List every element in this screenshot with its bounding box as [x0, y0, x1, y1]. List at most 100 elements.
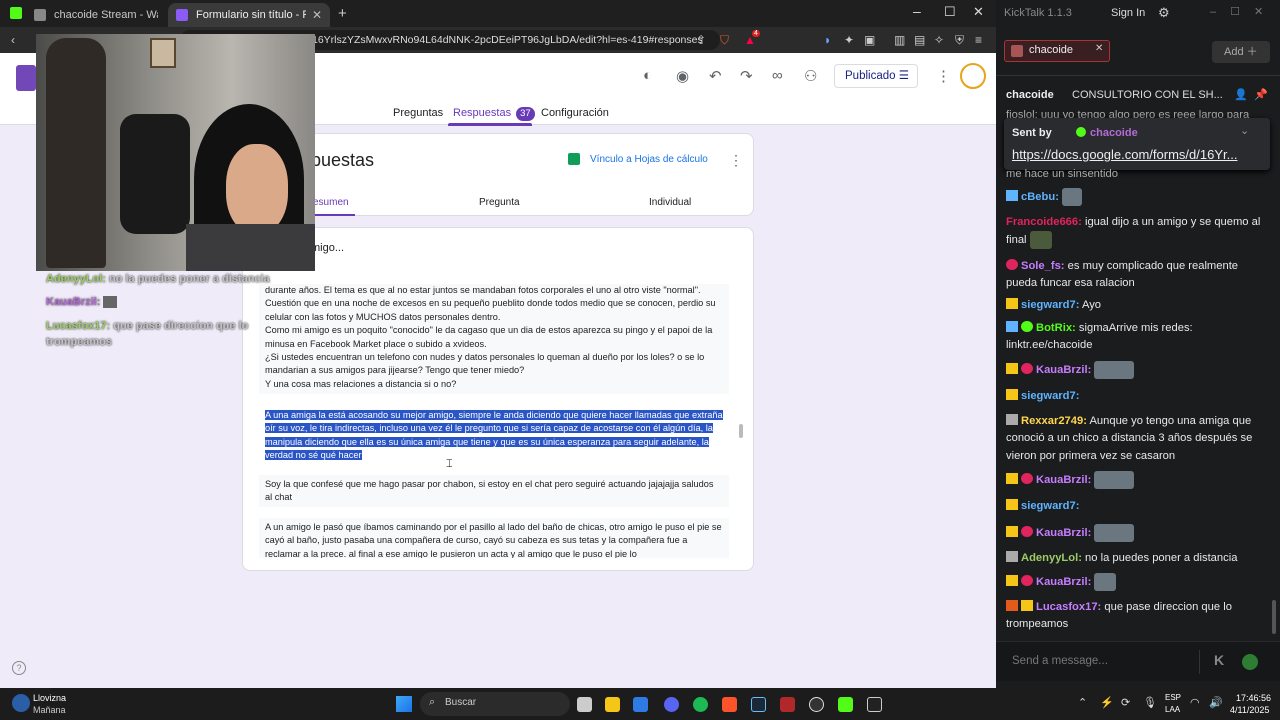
emote-picker-icon[interactable] [1242, 654, 1258, 670]
brave-menu-icon[interactable] [10, 7, 22, 19]
chat-username[interactable]: Sole_fs: [1021, 260, 1065, 272]
extension-icon[interactable]: ◗ [824, 33, 831, 47]
leo-icon[interactable]: ✧ [934, 33, 944, 47]
language-label[interactable]: ESP [1165, 693, 1181, 702]
avatar[interactable] [960, 63, 986, 89]
pinned-link[interactable]: https://docs.google.com/forms/d/16Yr... [1012, 147, 1266, 162]
sign-in-button[interactable]: Sign In [1111, 7, 1145, 19]
kick-logo-icon[interactable]: K [1214, 652, 1224, 668]
puzzle-icon[interactable]: ✦ [844, 33, 854, 47]
task-view-icon[interactable] [577, 697, 592, 712]
new-tab-icon[interactable]: + [338, 5, 347, 22]
chat-message: KauaBrzil: [1006, 573, 1268, 591]
tab-respuestas[interactable]: Respuestas 37 [453, 107, 535, 121]
overlay-username: AdenyyLol: [46, 273, 106, 285]
chat-username[interactable]: KauaBrzil: [1036, 474, 1091, 486]
window-controls[interactable]: –☐✕ [1210, 5, 1277, 18]
scrollbar-thumb[interactable] [739, 424, 743, 438]
chat-username[interactable]: KauaBrzil: [1036, 527, 1091, 539]
minimize-icon[interactable]: – [913, 3, 921, 19]
epic-games-icon[interactable] [867, 697, 882, 712]
volume-icon[interactable]: 🔊 [1209, 696, 1223, 709]
more-vert-icon[interactable]: ⋮ [936, 67, 951, 85]
subtab-individual[interactable]: Individual [649, 197, 691, 208]
palette-icon[interactable]: ◐ [643, 67, 652, 84]
menu-icon[interactable]: ≡ [975, 33, 982, 47]
wallet-icon[interactable]: ▤ [914, 33, 925, 47]
link-icon[interactable]: ∞ [772, 67, 783, 84]
back-icon[interactable]: ‹ [11, 33, 15, 47]
explorer-icon[interactable] [605, 697, 620, 712]
clock-date[interactable]: 4/11/2025 [1230, 705, 1269, 715]
kick-icon[interactable] [838, 697, 853, 712]
steam-icon[interactable] [751, 697, 766, 712]
spotify-icon[interactable] [693, 697, 708, 712]
more-options-icon[interactable]: ⋮ [729, 152, 743, 169]
verified-icon [1076, 127, 1086, 137]
add-channel-button[interactable]: Add ＋ [1212, 41, 1270, 63]
app-icon[interactable] [780, 697, 795, 712]
weather-icon[interactable] [12, 694, 30, 712]
sidebar-icon[interactable]: ▥ [894, 33, 905, 47]
tab-configuracion[interactable]: Configuración [541, 107, 609, 119]
discord-icon[interactable] [664, 697, 679, 712]
chat-scrollbar[interactable] [1272, 600, 1276, 634]
pinned-message: Sent by chacoide ⌄ https://docs.google.c… [1004, 118, 1270, 170]
wifi-icon[interactable]: ◠ [1190, 696, 1200, 709]
chat-username[interactable]: siegward7: [1021, 299, 1079, 311]
chat-message: BotRix: sigmaArrive mis redes: linktr.ee… [1006, 320, 1268, 355]
preview-icon[interactable]: ◉ [676, 67, 689, 85]
chat-username[interactable]: KauaBrzil: [1036, 364, 1091, 376]
subtab-pregunta[interactable]: Pregunta [479, 197, 520, 208]
chat-username[interactable]: Lucasfox17: [1036, 601, 1101, 613]
streamer-shirt [186, 224, 315, 271]
webcam-overlay [36, 34, 315, 271]
sheets-link[interactable]: Vínculo a Hojas de cálculo [590, 154, 708, 165]
sync-icon[interactable]: ⟳ [1121, 696, 1130, 709]
close-tab-icon[interactable]: ✕ [312, 8, 322, 22]
pin-icon[interactable]: 📌 [1254, 88, 1268, 101]
chat-username[interactable]: KauaBrzil: [1036, 576, 1091, 588]
settings-gear-icon[interactable]: ⚙ [1158, 5, 1170, 21]
maximize-icon[interactable]: ☐ [944, 4, 956, 20]
chevron-down-icon[interactable]: ⌄ [1240, 124, 1249, 137]
search-box[interactable]: ⌕ Buscar [420, 692, 570, 716]
tab-respuestas-label: Respuestas [453, 107, 512, 119]
subtab-resumen[interactable]: esumen [313, 197, 349, 208]
chat-username[interactable]: Rexxar2749: [1021, 415, 1087, 427]
chat-username[interactable]: cBebu: [1021, 191, 1059, 203]
chat-input[interactable]: Send a message... [1012, 655, 1108, 667]
screenshot-icon[interactable]: ▣ [864, 33, 875, 47]
network-icon[interactable]: ⚡ [1100, 696, 1114, 709]
tray-chevron-icon[interactable]: ⌃ [1078, 696, 1087, 709]
undo-icon[interactable]: ↶ [709, 67, 722, 85]
forms-logo-icon[interactable] [16, 65, 36, 91]
help-icon[interactable]: ? [12, 661, 26, 675]
sword-badge-icon [1006, 321, 1018, 332]
tab-preguntas[interactable]: Preguntas [393, 107, 443, 119]
user-icon[interactable]: 👤 [1234, 88, 1248, 101]
clock-time[interactable]: 17:46:56 [1236, 693, 1271, 703]
start-icon[interactable] [396, 696, 412, 712]
chat-username[interactable]: AdenyyLol: [1021, 552, 1082, 564]
chat-partial-line: me hace un sinsentido [1006, 168, 1118, 180]
chat-username[interactable]: siegward7: [1021, 500, 1079, 512]
tab-kick-stream[interactable]: chacoide Stream - Watch Live on [26, 3, 166, 27]
tab-google-form[interactable]: Formulario sin título - Formulario ✕ [168, 3, 330, 27]
share-icon[interactable]: ⇪ [696, 33, 706, 47]
add-collaborator-icon[interactable]: ⚇ [804, 67, 817, 85]
chat-username[interactable]: siegward7: [1021, 390, 1079, 402]
vpn-icon[interactable]: ⛨ [955, 33, 964, 47]
mic-icon[interactable]: 🎙 [1143, 696, 1157, 709]
chat-username[interactable]: Francoide666: [1006, 216, 1082, 228]
obs-icon[interactable] [809, 697, 824, 712]
close-window-icon[interactable]: ✕ [973, 4, 984, 20]
brave-icon[interactable] [722, 697, 737, 712]
chat-username[interactable]: BotRix: [1036, 322, 1076, 334]
redo-icon[interactable]: ↷ [740, 67, 753, 85]
close-channel-icon[interactable]: ✕ [1095, 43, 1103, 54]
bing-icon[interactable] [633, 697, 648, 712]
channel-tab[interactable]: chacoide ✕ [1004, 40, 1110, 62]
publish-button[interactable]: Publicado ☰ [834, 64, 918, 88]
brave-shields-icon[interactable]: ⛉ [720, 33, 729, 47]
